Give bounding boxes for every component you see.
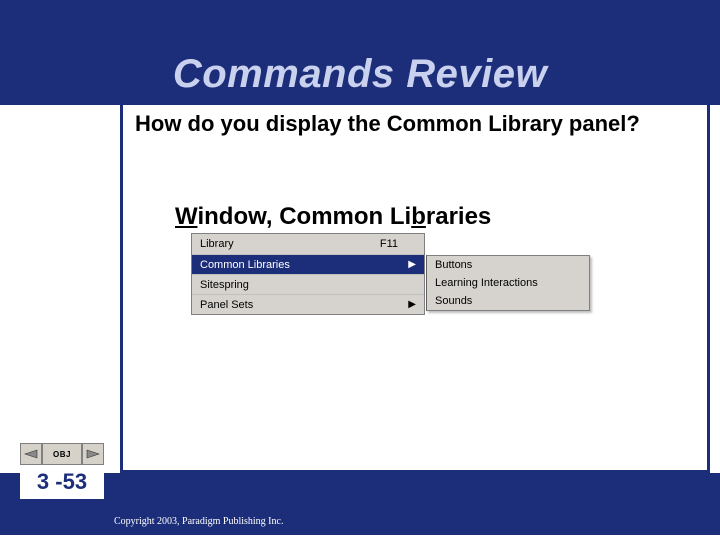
menu-item-label: Sitespring: [200, 279, 249, 291]
menu-screenshot: Library F11 Common Libraries ▶ Sitesprin…: [191, 233, 425, 315]
submenu-arrow-icon: ▶: [408, 260, 416, 270]
arrow-right-icon: [85, 447, 101, 461]
menu-item-library[interactable]: Library F11: [192, 234, 424, 254]
submenu-item-sounds[interactable]: Sounds: [427, 292, 589, 310]
submenu-item-label: Sounds: [435, 295, 472, 307]
menu-item-panel-sets[interactable]: Panel Sets ▶: [192, 294, 424, 314]
answer-text: Window, Common Libraries: [175, 203, 491, 231]
answer-hotkey-w: W: [175, 203, 197, 230]
menu-item-label: Common Libraries: [200, 259, 290, 271]
submenu-arrow-icon: ▶: [408, 300, 416, 310]
nav-button-group: OBJ: [20, 443, 104, 465]
copyright-text: Copyright 2003, Paradigm Publishing Inc.: [114, 516, 283, 527]
menu-item-common-libraries[interactable]: Common Libraries ▶: [192, 254, 424, 274]
slide-title: Commands Review: [173, 52, 547, 97]
question-text: How do you display the Common Library pa…: [135, 111, 699, 137]
obj-button[interactable]: OBJ: [42, 443, 82, 465]
menu-item-shortcut: F11: [380, 238, 398, 250]
submenu-item-label: Buttons: [435, 259, 472, 271]
content-frame: How do you display the Common Library pa…: [120, 105, 710, 473]
answer-hotkey-b: b: [411, 203, 426, 230]
prev-slide-button[interactable]: [20, 443, 42, 465]
slide-header: Commands Review: [0, 0, 720, 105]
menu-item-label: Library: [200, 238, 234, 250]
submenu-item-buttons[interactable]: Buttons: [427, 256, 589, 274]
answer-part1: indow, Common Li: [197, 203, 411, 230]
common-libraries-submenu: Buttons Learning Interactions Sounds: [426, 255, 590, 311]
window-menu: Library F11 Common Libraries ▶ Sitesprin…: [191, 233, 425, 315]
obj-button-label: OBJ: [53, 450, 71, 459]
menu-item-label: Panel Sets: [200, 299, 253, 311]
menu-item-sitespring[interactable]: Sitespring: [192, 274, 424, 294]
arrow-left-icon: [23, 447, 39, 461]
answer-part2: raries: [426, 203, 491, 230]
submenu-item-label: Learning Interactions: [435, 277, 538, 289]
next-slide-button[interactable]: [82, 443, 104, 465]
slide-number: 3 -53: [37, 469, 87, 495]
submenu-item-learning[interactable]: Learning Interactions: [427, 274, 589, 292]
slide-container: Commands Review How do you display the C…: [0, 0, 720, 540]
footer-bar: OBJ 3 -53 Copyright 2003, Paradigm Publi…: [0, 473, 720, 535]
slide-number-box: 3 -53: [20, 465, 104, 499]
